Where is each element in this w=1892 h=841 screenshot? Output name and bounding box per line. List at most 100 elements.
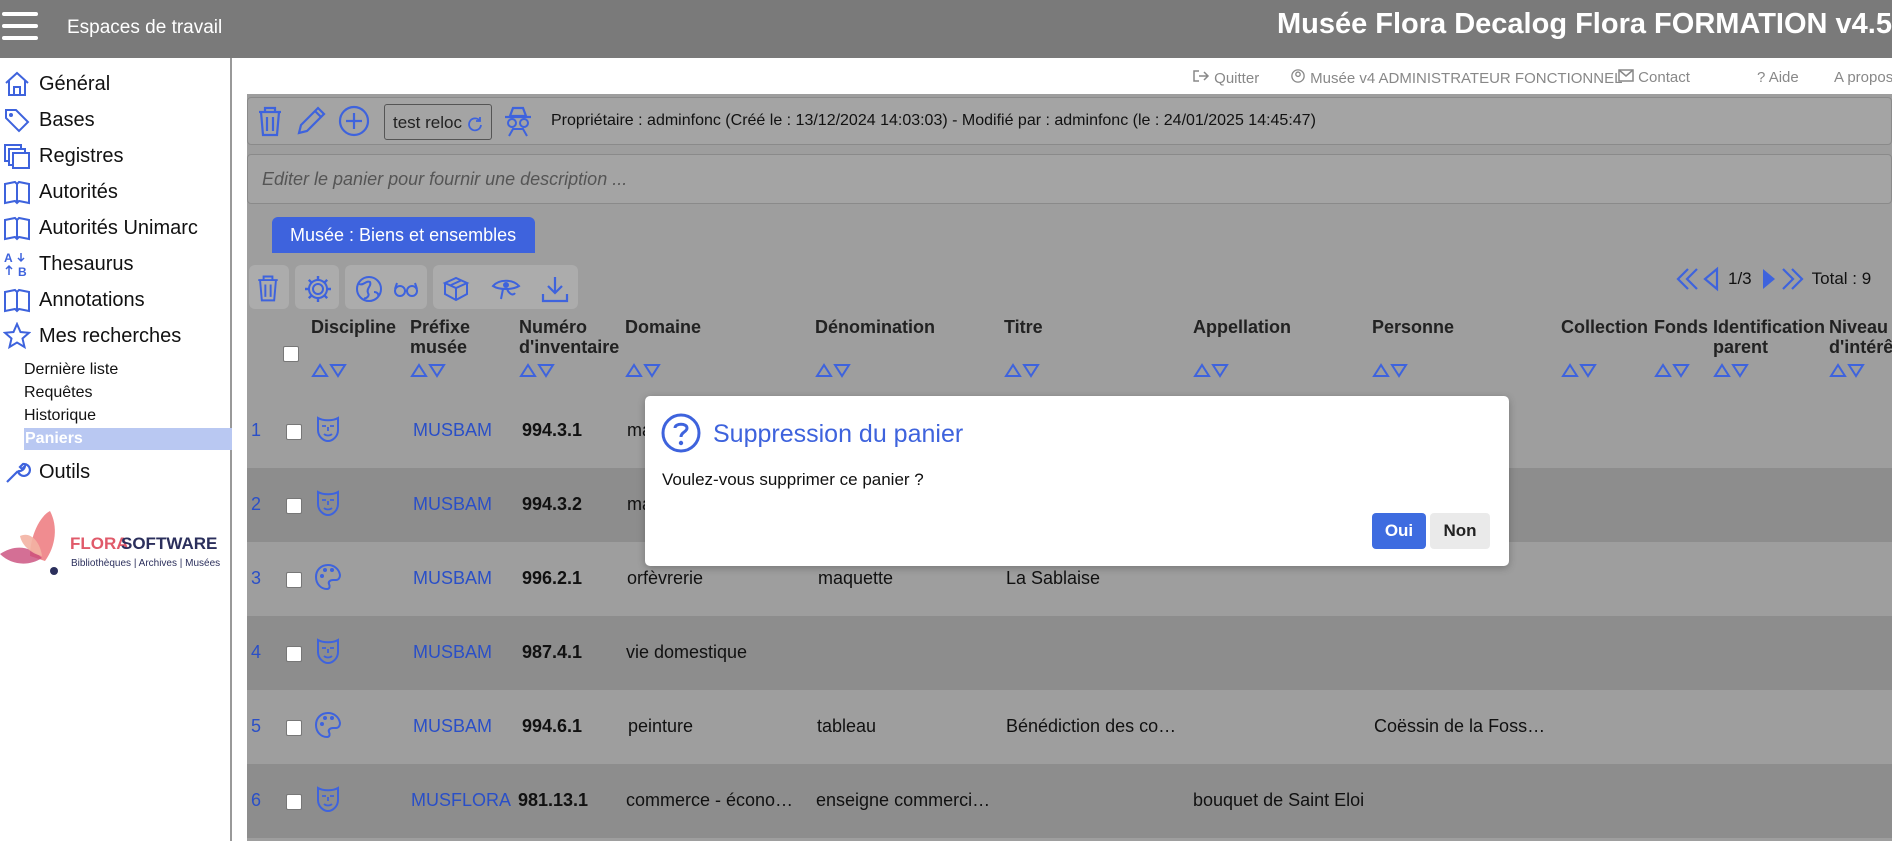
first-page-icon[interactable] [1674,266,1700,292]
add-circle-icon[interactable] [337,104,371,138]
sidebar: Général Bases Registres Autorités Autori… [0,58,232,841]
sort-arrows-icon[interactable] [519,362,557,378]
boxes-icon[interactable] [441,274,471,304]
description-field[interactable]: Editer le panier pour fournir une descri… [247,154,1892,204]
sidebar-item-label: Bases [39,108,95,131]
cell-prefix[interactable]: MUSBAM [413,420,492,441]
sort-arrows-icon[interactable] [1561,362,1599,378]
sidebar-item-thesaurus[interactable]: AB Thesaurus [0,247,134,281]
row-checkbox[interactable] [286,498,302,514]
sort-arrows-icon[interactable] [1654,362,1692,378]
about-link[interactable]: A propos [1834,69,1892,86]
sort-arrows-icon[interactable] [311,362,349,378]
cell-prefix[interactable]: MUSBAM [413,568,492,589]
workspaces-link[interactable]: Espaces de travail [67,17,222,39]
contact-label: Contact [1638,69,1690,86]
cell-prefix[interactable]: MUSFLORA [411,790,511,811]
row-number[interactable]: 1 [251,420,261,441]
row-checkbox[interactable] [286,794,302,810]
column-header-appellation[interactable]: Appellation [1193,317,1291,337]
column-header-prefixe[interactable]: Préfixe musée [410,317,470,357]
select-all-checkbox[interactable] [283,346,299,362]
sidebar-item-annotations[interactable]: Annotations [0,283,145,317]
sidebar-item-autorites-unimarc[interactable]: Autorités Unimarc [0,211,198,245]
sidebar-item-outils[interactable]: Outils [0,455,90,489]
cell-prefix[interactable]: MUSBAM [413,716,492,737]
row-number[interactable]: 2 [251,494,261,515]
cell-denomination: tableau [817,716,877,736]
sidebar-item-registres[interactable]: Registres [0,139,123,173]
column-header-niveau[interactable]: Niveaud'intérêt [1829,317,1892,357]
table-row[interactable]: 6 MUSFLORA 981.13.1 commerce - écono… en… [247,764,1892,838]
sidebar-subitem-historique[interactable]: Historique [24,405,96,427]
sort-arrows-icon[interactable] [815,362,853,378]
trash-icon[interactable] [253,104,287,138]
sidebar-item-label: Autorités Unimarc [39,216,198,239]
confirm-yes-button[interactable]: Oui [1372,513,1426,549]
sidebar-item-bases[interactable]: Bases [0,103,95,137]
column-header-personne[interactable]: Personne [1372,317,1454,337]
contact-link[interactable]: Contact [1618,69,1690,86]
settings-gear-icon[interactable] [303,274,333,304]
user-link[interactable]: Musée v4 ADMINISTRATEUR FONCTIONNEL [1290,69,1622,87]
column-header-fonds[interactable]: Fonds [1654,317,1708,337]
edit-pencil-icon[interactable] [294,104,328,138]
eye-of-horus-icon[interactable] [491,274,521,304]
column-header-collection[interactable]: Collection [1561,317,1648,337]
row-checkbox[interactable] [286,720,302,736]
sidebar-subitem-requetes[interactable]: Requêtes [24,382,93,404]
sort-arrows-icon[interactable] [1713,362,1751,378]
pagination: 1/3 Total : 9 [1674,264,1871,294]
sidebar-item-autorites[interactable]: Autorités [0,175,118,209]
sort-arrows-icon[interactable] [1829,362,1867,378]
quit-link[interactable]: Quitter [1192,69,1259,87]
table-row[interactable]: 4 MUSBAM 987.4.1 vie domestique [247,616,1892,690]
hamburger-menu-icon[interactable] [2,12,38,42]
cell-titre: Bénédiction des co… [1006,716,1177,736]
last-page-icon[interactable] [1780,266,1806,292]
sidebar-item-general[interactable]: Général [0,67,110,101]
question-circle-icon [661,413,701,453]
basket-name: test reloc [393,113,462,132]
column-header-domaine[interactable]: Domaine [625,317,701,337]
sidebar-subitem-paniers[interactable]: Paniers [24,428,232,450]
table-row[interactable]: 5 MUSBAM 994.6.1 peinture tableau Bénédi… [247,690,1892,764]
sort-arrows-icon[interactable] [410,362,448,378]
help-link[interactable]: ? Aide [1757,69,1799,86]
logo-brand-1: FLORA [70,534,129,553]
column-header-discipline[interactable]: Discipline [311,317,396,337]
cell-personne: Coëssin de la Foss… [1374,716,1546,736]
sidebar-subitem-derniere-liste[interactable]: Dernière liste [24,359,118,381]
row-number[interactable]: 4 [251,642,261,663]
previous-page-icon[interactable] [1700,266,1722,292]
row-checkbox[interactable] [286,646,302,662]
cell-inventory: 996.2.1 [522,568,583,588]
row-number[interactable]: 5 [251,716,261,737]
sort-arrows-icon[interactable] [1372,362,1410,378]
row-number[interactable]: 6 [251,790,261,811]
column-header-identification-parent[interactable]: Identification parent [1713,317,1825,357]
download-icon[interactable] [540,274,570,304]
sort-arrows-icon[interactable] [1004,362,1042,378]
column-header-numero[interactable]: Numéro d'inventaire [519,317,619,357]
refresh-icon[interactable] [467,116,483,132]
sidebar-item-mes-recherches[interactable]: Mes recherches [0,319,181,353]
glasses-icon[interactable] [391,274,421,304]
basket-name-field[interactable]: test reloc [384,104,492,140]
tab-musee-biens[interactable]: Musée : Biens et ensembles [272,217,535,253]
column-header-titre[interactable]: Titre [1004,317,1043,337]
confirm-no-button[interactable]: Non [1430,513,1490,549]
cell-inventory: 994.3.2 [522,494,583,514]
cell-prefix[interactable]: MUSBAM [413,642,492,663]
owner-spy-icon[interactable] [501,104,535,138]
row-checkbox[interactable] [286,572,302,588]
sort-arrows-icon[interactable] [1193,362,1231,378]
cell-prefix[interactable]: MUSBAM [413,494,492,515]
delete-selection-icon[interactable] [253,273,283,303]
next-page-icon[interactable] [1758,266,1780,292]
sort-arrows-icon[interactable] [625,362,663,378]
row-number[interactable]: 3 [251,568,261,589]
column-header-denomination[interactable]: Dénomination [815,317,935,337]
row-checkbox[interactable] [286,424,302,440]
globe-icon[interactable] [354,274,384,304]
